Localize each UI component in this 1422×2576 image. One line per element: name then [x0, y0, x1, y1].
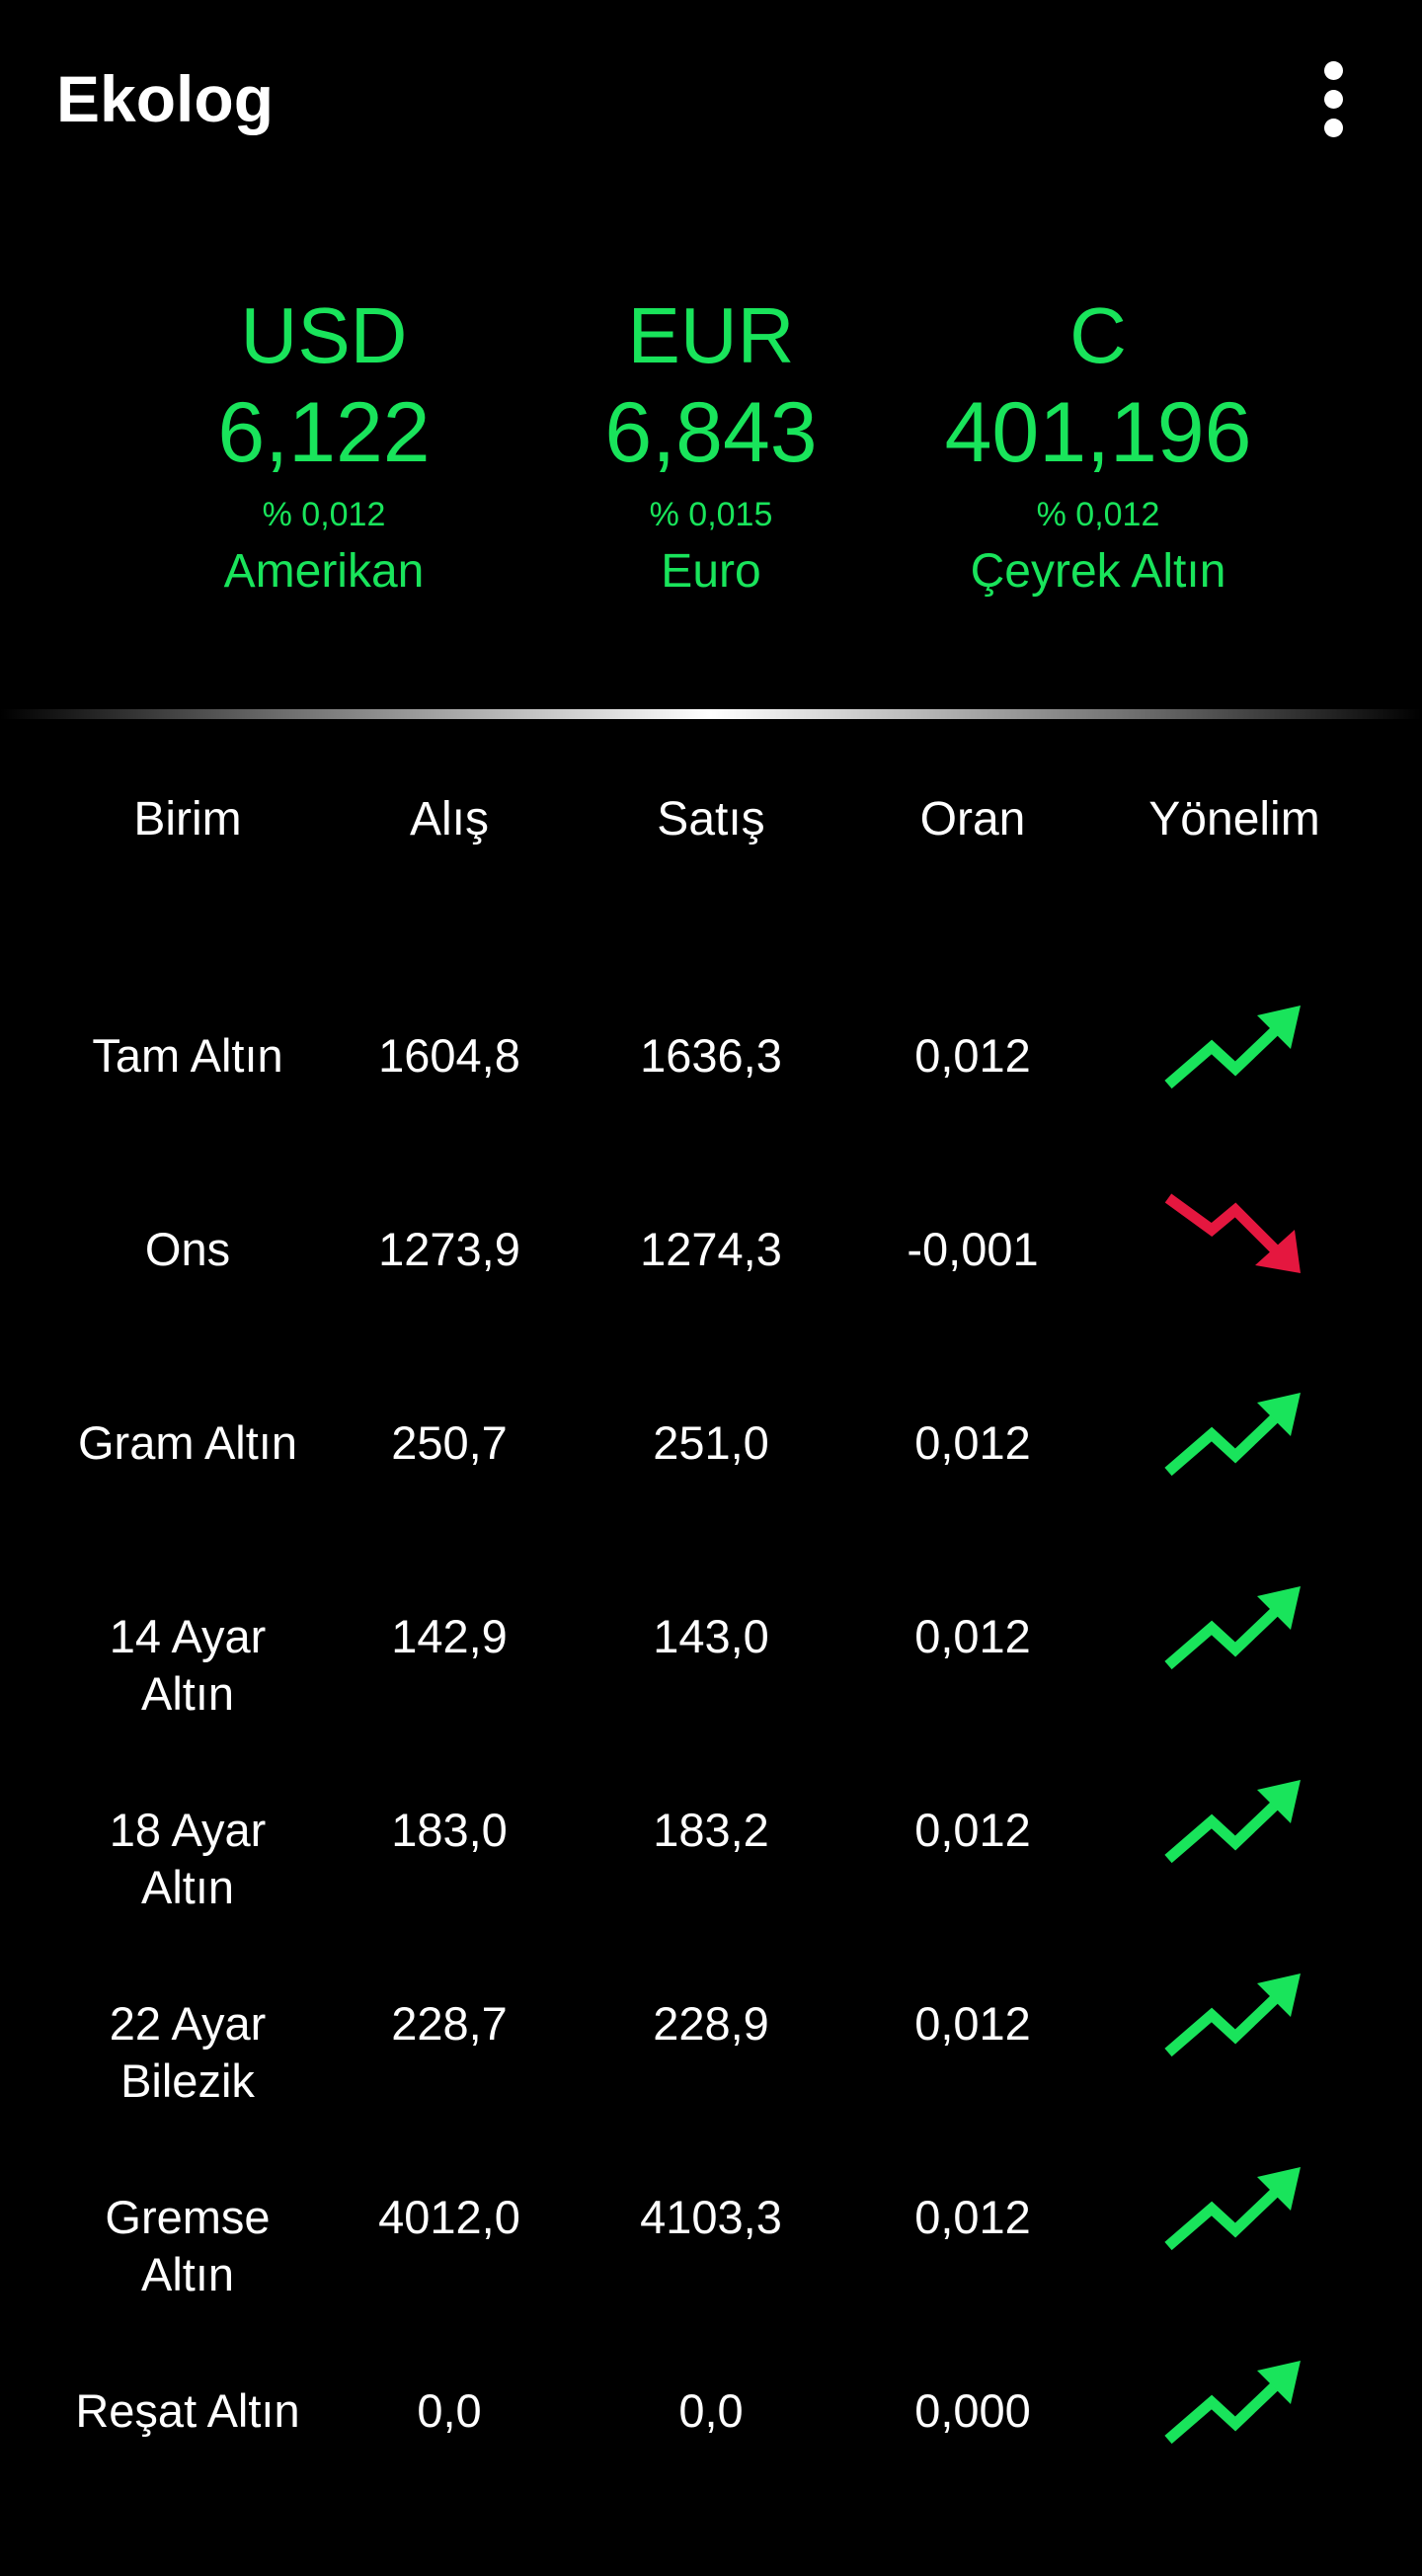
currency-code: EUR	[627, 291, 795, 379]
header-yonelim: Yönelim	[1148, 793, 1320, 845]
currency-change: % 0,012	[262, 496, 386, 533]
header-birim: Birim	[133, 793, 242, 845]
row-name: Tam Altın	[92, 1029, 283, 1082]
trending-up-icon	[1164, 1393, 1301, 1477]
row-sell: 0,0	[678, 2384, 744, 2437]
row-name: Reşat Altın	[75, 2384, 300, 2437]
row-rate: 0,012	[914, 1804, 1031, 1856]
row-sell: 1636,3	[640, 1029, 782, 1082]
currency-change: % 0,015	[649, 496, 773, 533]
trending-up-icon	[1164, 1973, 1301, 2057]
trending-down-icon	[1164, 1193, 1301, 1273]
row-sell: 183,2	[653, 1804, 769, 1856]
summary-card-ceyrek[interactable]: C 401,196 % 0,012 Çeyrek Altın	[910, 286, 1286, 606]
currency-change: % 0,012	[1036, 496, 1160, 533]
overflow-menu-icon[interactable]	[1304, 49, 1363, 148]
currency-name: Çeyrek Altın	[970, 545, 1226, 598]
currency-summary: USD 6,122 % 0,012 Amerikan EUR 6,843 % 0…	[0, 286, 1422, 642]
row-rate: 0,000	[914, 2384, 1031, 2437]
row-sell: 1274,3	[640, 1223, 782, 1275]
row-name: 22 Ayar Bilezik	[109, 1997, 267, 2107]
trending-up-icon	[1164, 2167, 1301, 2251]
row-rate: 0,012	[914, 1610, 1031, 1662]
header-alis: Alış	[409, 793, 489, 845]
row-sell: 4103,3	[640, 2191, 782, 2243]
table-row[interactable]: Reşat Altın 0,0 0,0 0,000	[0, 2361, 1422, 2576]
row-buy: 1273,9	[378, 1223, 520, 1275]
table-header: Birim Alış Satış Oran Yönelim	[0, 780, 1422, 869]
row-buy: 183,0	[391, 1804, 508, 1856]
currency-value: 401,196	[944, 385, 1252, 480]
row-name: Ons	[144, 1223, 231, 1275]
menu-dot	[1323, 89, 1343, 109]
row-buy: 142,9	[391, 1610, 508, 1662]
row-sell: 251,0	[653, 1416, 769, 1469]
summary-card-eur[interactable]: EUR 6,843 % 0,015 Euro	[523, 286, 899, 606]
row-rate: -0,001	[907, 1223, 1039, 1275]
row-buy: 228,7	[391, 1997, 508, 2050]
row-buy: 250,7	[391, 1416, 508, 1469]
row-rate: 0,012	[914, 2191, 1031, 2243]
currency-name: Amerikan	[223, 545, 425, 598]
row-buy: 0,0	[417, 2384, 482, 2437]
row-name: Gram Altın	[77, 1416, 297, 1469]
row-name: Gremse Altın	[105, 2191, 271, 2300]
row-rate: 0,012	[914, 1029, 1031, 1082]
row-rate: 0,012	[914, 1997, 1031, 2050]
summary-card-usd[interactable]: USD 6,122 % 0,012 Amerikan	[136, 286, 512, 606]
app-bar: Ekolog	[0, 0, 1422, 198]
row-buy: 1604,8	[378, 1029, 520, 1082]
trending-up-icon	[1164, 2361, 1301, 2445]
row-name: 18 Ayar Altın	[109, 1804, 267, 1913]
currency-name: Euro	[661, 545, 761, 598]
trending-up-icon	[1164, 1586, 1301, 1670]
currency-code: C	[1069, 291, 1127, 379]
divider	[0, 709, 1422, 719]
header-oran: Oran	[919, 793, 1026, 845]
row-sell: 143,0	[653, 1610, 769, 1662]
app-title: Ekolog	[56, 62, 275, 135]
menu-dot	[1323, 118, 1343, 137]
currency-code: USD	[240, 291, 408, 379]
row-rate: 0,012	[914, 1416, 1031, 1469]
header-satis: Satış	[657, 793, 765, 845]
trending-up-icon	[1164, 1006, 1301, 1089]
row-sell: 228,9	[653, 1997, 769, 2050]
row-buy: 4012,0	[378, 2191, 520, 2243]
currency-value: 6,843	[604, 385, 818, 480]
trending-up-icon	[1164, 1780, 1301, 1864]
row-name: 14 Ayar Altın	[109, 1610, 267, 1720]
currency-value: 6,122	[217, 385, 431, 480]
menu-dot	[1323, 60, 1343, 80]
